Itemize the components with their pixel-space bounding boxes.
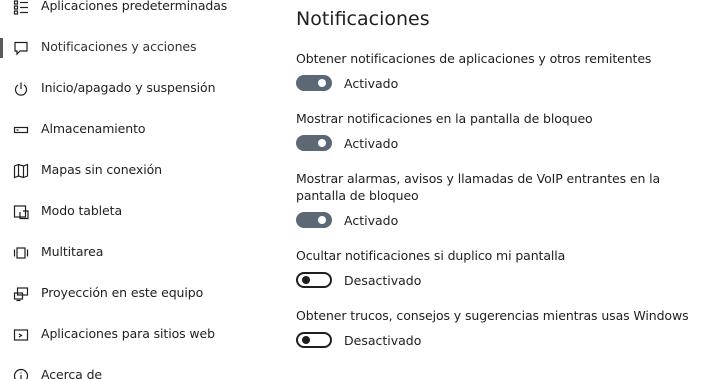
settings-window: Aplicaciones predeterminadas Notificacio… — [0, 0, 720, 379]
sidebar-item-label: Multitarea — [41, 244, 104, 259]
map-icon — [13, 163, 29, 179]
sidebar-item-storage[interactable]: Almacenamiento — [0, 115, 270, 145]
toggle-knob — [302, 276, 310, 284]
notifications-panel: Notificaciones Obtener notificaciones de… — [296, 0, 706, 379]
app-notifications-toggle[interactable]: Activado — [296, 73, 398, 93]
setting-label: Obtener trucos, consejos y sugerencias m… — [296, 308, 689, 323]
toggle-state-label: Activado — [344, 212, 399, 228]
toggle-knob — [302, 336, 310, 344]
sidebar-item-label: Mapas sin conexión — [41, 162, 162, 177]
sidebar-item-projection[interactable]: Proyección en este equipo — [0, 279, 270, 309]
toggle-state-label: Activado — [344, 75, 399, 91]
toggle-state-label: Desactivado — [344, 272, 422, 288]
setting-lock-screen-notifications: Mostrar notificaciones en la pantalla de… — [296, 110, 696, 127]
multitask-icon — [13, 245, 29, 261]
toggle-switch[interactable] — [296, 212, 332, 228]
sidebar-item-power[interactable]: Inicio/apagado y suspensión — [0, 74, 270, 104]
toggle-state-label: Activado — [344, 135, 399, 151]
setting-label: Mostrar notificaciones en la pantalla de… — [296, 111, 593, 126]
sidebar-item-tablet-mode[interactable]: Modo tableta — [0, 197, 270, 227]
tips-suggestions-toggle[interactable]: Desactivado — [296, 330, 421, 350]
setting-label: Ocultar notificaciones si duplico mi pan… — [296, 248, 566, 263]
toggle-switch[interactable] — [296, 135, 332, 151]
toggle-switch[interactable] — [296, 272, 332, 288]
setting-label: Obtener notificaciones de aplicaciones y… — [296, 51, 652, 66]
sidebar-item-notifications[interactable]: Notificaciones y acciones — [0, 33, 270, 63]
web-apps-icon — [13, 327, 29, 343]
setting-lock-screen-alarms: Mostrar alarmas, avisos y llamadas de Vo… — [296, 170, 686, 204]
sidebar-item-about[interactable]: Acerca de — [0, 361, 270, 379]
sidebar-item-label: Aplicaciones para sitios web — [41, 326, 215, 341]
projection-icon — [13, 286, 29, 302]
selection-indicator — [0, 38, 3, 58]
lock-screen-notifications-toggle[interactable]: Activado — [296, 133, 398, 153]
sidebar-item-label: Acerca de — [41, 367, 102, 379]
hide-when-duplicating-toggle[interactable]: Desactivado — [296, 270, 421, 290]
sidebar-item-default-apps[interactable]: Aplicaciones predeterminadas — [0, 0, 270, 22]
toggle-knob — [318, 139, 326, 147]
default-apps-icon — [13, 0, 29, 15]
setting-label: Mostrar alarmas, avisos y llamadas de Vo… — [296, 171, 661, 203]
sidebar-item-label: Almacenamiento — [41, 121, 146, 136]
setting-hide-when-duplicating: Ocultar notificaciones si duplico mi pan… — [296, 247, 696, 264]
sidebar-item-label: Inicio/apagado y suspensión — [41, 80, 216, 95]
sidebar-item-web-apps[interactable]: Aplicaciones para sitios web — [0, 320, 270, 350]
sidebar: Aplicaciones predeterminadas Notificacio… — [0, 0, 270, 379]
toggle-knob — [318, 216, 326, 224]
power-icon — [13, 81, 29, 97]
sidebar-item-label: Proyección en este equipo — [41, 285, 204, 300]
setting-tips-suggestions: Obtener trucos, consejos y sugerencias m… — [296, 307, 696, 324]
lock-screen-alarms-toggle[interactable]: Activado — [296, 210, 398, 230]
page-title: Notificaciones — [296, 8, 430, 30]
sidebar-item-offline-maps[interactable]: Mapas sin conexión — [0, 156, 270, 186]
sidebar-item-label: Modo tableta — [41, 203, 123, 218]
toggle-state-label: Desactivado — [344, 332, 422, 348]
info-icon — [13, 368, 29, 379]
sidebar-item-multitasking[interactable]: Multitarea — [0, 238, 270, 268]
setting-app-notifications: Obtener notificaciones de aplicaciones y… — [296, 50, 696, 67]
notifications-icon — [13, 40, 29, 56]
toggle-switch[interactable] — [296, 75, 332, 91]
storage-icon — [13, 122, 29, 138]
tablet-icon — [13, 204, 29, 220]
toggle-knob — [318, 79, 326, 87]
sidebar-item-label: Aplicaciones predeterminadas — [41, 0, 228, 13]
sidebar-item-label: Notificaciones y acciones — [41, 39, 197, 54]
toggle-switch[interactable] — [296, 332, 332, 348]
